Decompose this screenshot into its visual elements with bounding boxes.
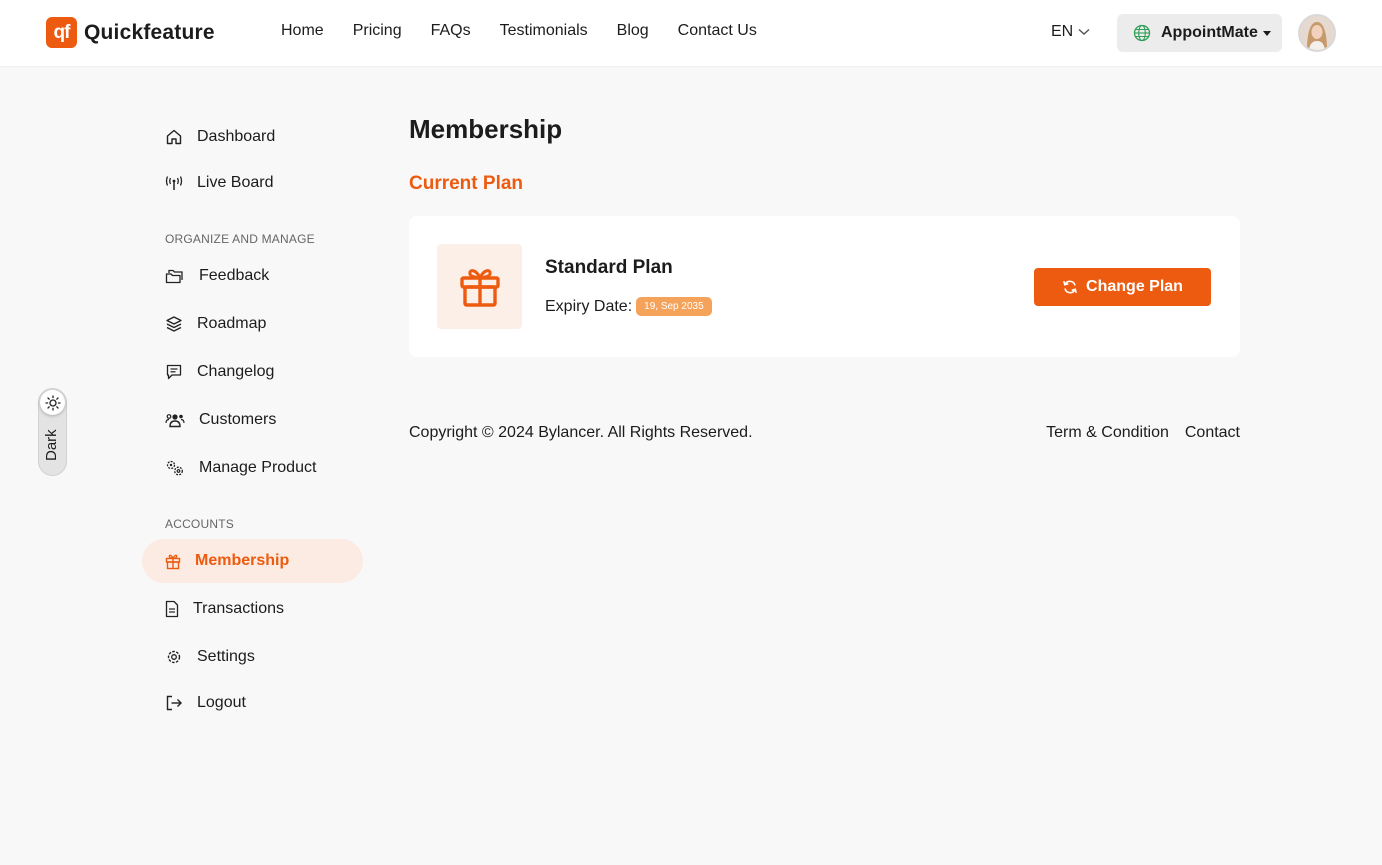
sidebar-item-roadmap[interactable]: Roadmap [165,312,266,336]
project-switcher-button[interactable]: AppointMate [1117,14,1282,52]
sidebar-item-manage-product[interactable]: Manage Product [165,456,316,480]
sidebar-item-dashboard[interactable]: Dashboard [165,125,275,149]
sidebar-item-label: Logout [197,694,246,711]
footer-link-contact[interactable]: Contact [1185,424,1240,442]
expiry-date-badge: 19, Sep 2035 [636,297,712,316]
chevron-down-icon [1078,28,1090,35]
sidebar-heading-organize: ORGANIZE AND MANAGE [165,232,315,246]
sidebar-item-customers[interactable]: Customers [165,408,276,432]
sidebar-item-label: Manage Product [199,459,317,476]
users-icon [165,414,185,428]
current-plan-card: Standard Plan Expiry Date: 19, Sep 2035 … [409,216,1240,357]
plan-icon-box [437,244,522,329]
sidebar-item-label: Settings [197,648,255,665]
top-header: qf Quickfeature Home Pricing FAQs Testim… [0,0,1382,67]
logo[interactable]: qf Quickfeature [46,17,215,48]
dark-mode-toggle[interactable]: Dark [38,388,67,476]
gear-icon [167,650,181,664]
sun-icon [44,394,61,411]
language-label: EN [1051,23,1074,40]
gift-icon [459,268,500,307]
nav-pricing[interactable]: Pricing [353,22,402,40]
nav-home[interactable]: Home [281,22,324,40]
user-avatar-icon [1300,16,1334,50]
main-nav: Home Pricing FAQs Testimonials Blog Cont… [281,22,786,40]
sidebar-item-label: Dashboard [197,128,276,145]
sidebar-item-label: Changelog [197,363,275,380]
sidebar-heading-accounts: ACCOUNTS [165,517,234,531]
footer-link-terms[interactable]: Term & Condition [1046,424,1169,442]
footer-links: Term & Condition Contact [1030,424,1240,442]
avatar[interactable] [1298,14,1336,52]
sidebar-item-changelog[interactable]: Changelog [165,360,274,384]
sidebar-item-settings[interactable]: Settings [165,645,255,669]
nav-testimonials[interactable]: Testimonials [500,22,588,40]
sidebar-item-label: Membership [195,552,290,569]
logout-icon [166,695,182,711]
globe-icon [1133,24,1151,42]
sidebar-item-logout[interactable]: Logout [165,691,246,715]
caret-down-icon [1262,30,1271,36]
sidebar-item-feedback[interactable]: Feedback [165,264,269,288]
sidebar-item-transactions[interactable]: Transactions [165,597,284,621]
layers-icon [166,316,182,332]
change-plan-button[interactable]: Change Plan [1034,268,1211,306]
logo-mark: qf [46,17,77,48]
language-selector[interactable]: EN [1051,23,1090,41]
refresh-icon [1063,280,1078,294]
sidebar-item-label: Roadmap [197,315,267,332]
sidebar-item-label: Feedback [199,267,270,284]
gears-icon [166,460,183,476]
message-icon [166,364,182,380]
nav-blog[interactable]: Blog [617,22,649,40]
footer-copyright: Copyright © 2024 Bylancer. All Rights Re… [409,424,753,441]
document-icon [165,600,179,618]
home-icon [166,129,182,145]
plan-name: Standard Plan [545,257,673,278]
logo-text: Quickfeature [84,20,215,44]
theme-knob [40,390,65,415]
sidebar-item-membership[interactable]: Membership [165,549,289,573]
expiry-label: Expiry Date: [545,297,633,315]
section-title: Current Plan [409,173,524,194]
nav-faqs[interactable]: FAQs [431,22,471,40]
gift-icon [165,554,181,569]
project-name: AppointMate [1161,24,1258,41]
dark-mode-label: Dark [43,429,60,461]
nav-contact-us[interactable]: Contact Us [678,22,757,40]
sidebar-item-label: Live Board [197,174,274,191]
change-plan-label: Change Plan [1086,278,1183,295]
sidebar-item-label: Transactions [193,600,284,617]
folders-icon [165,269,183,284]
sidebar-item-live-board[interactable]: Live Board [165,171,274,195]
page-title: Membership [409,114,563,144]
expiry-row: Expiry Date: 19, Sep 2035 [545,297,712,316]
sidebar-item-label: Customers [199,411,277,428]
broadcast-icon [165,176,183,190]
